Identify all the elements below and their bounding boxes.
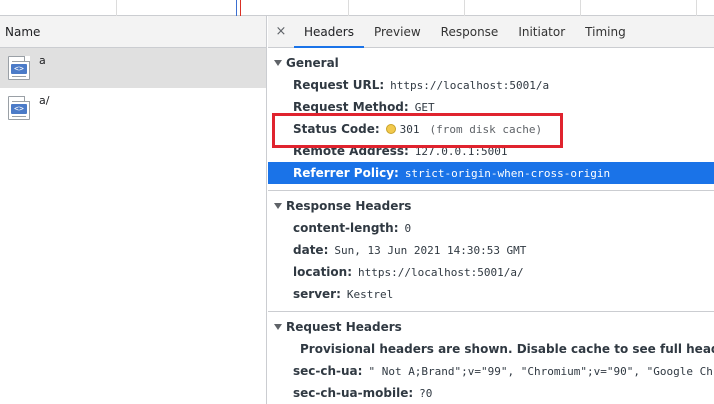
request-name: a [39,54,46,67]
tab-preview[interactable]: Preview [364,16,431,47]
tab-initiator[interactable]: Initiator [508,16,575,47]
header-key: date: [293,243,329,257]
timeline-gridline [464,0,465,16]
section-title: General [286,56,339,70]
header-key: sec-ch-ua-mobile: [293,386,414,400]
header-key: Referrer Policy: [293,166,399,180]
timeline-gridline [348,0,349,16]
name-column-header[interactable]: Name [0,16,266,48]
details-tab-bar: × Headers Preview Response Initiator Tim… [268,16,714,48]
section-divider [268,190,714,191]
header-value: Sun, 13 Jun 2021 14:30:53 GMT [334,243,527,257]
dom-content-loaded-marker [236,0,237,16]
document-icon: <> [8,56,30,80]
section-title: Response Headers [286,199,412,213]
request-row-a-slash[interactable]: <> a/ [0,88,266,128]
header-value: https://localhost:5001/a/ [358,265,524,279]
timeline-gridline [580,0,581,16]
request-row-a[interactable]: <> a [0,48,266,88]
tab-timing[interactable]: Timing [575,16,636,47]
request-method-row[interactable]: Request Method: GET [268,96,714,118]
status-code-value: 301 [399,122,420,136]
header-key: Request URL: [293,78,385,92]
request-header-row[interactable]: sec-ch-ua-mobile: ?0 [268,382,714,404]
timeline-gridline [696,0,697,16]
load-event-marker [240,0,241,16]
response-header-row[interactable]: content-length: 0 [268,217,714,239]
network-timeline[interactable] [0,0,714,16]
request-name: a/ [39,94,50,107]
document-icon: <> [8,96,30,120]
section-title: Request Headers [286,320,402,334]
tab-headers[interactable]: Headers [294,16,364,48]
section-divider [268,311,714,312]
referrer-policy-row[interactable]: Referrer Policy: strict-origin-when-cros… [268,162,714,184]
request-header-row[interactable]: sec-ch-ua: " Not A;Brand";v="99", "Chrom… [268,360,714,382]
request-details-panel: × Headers Preview Response Initiator Tim… [268,16,714,404]
request-list-panel: Name <> a <> a/ [0,16,267,404]
header-key: location: [293,265,353,279]
header-value: ?0 [419,386,433,400]
response-header-row[interactable]: date: Sun, 13 Jun 2021 14:30:53 GMT [268,239,714,261]
header-value: GET [414,100,435,114]
header-value: https://localhost:5001/a [390,78,550,92]
header-key: sec-ch-ua: [293,364,363,378]
header-value: " Not A;Brand";v="99", "Chromium";v="90"… [368,364,714,378]
provisional-headers-warning: Provisional headers are shown. Disable c… [268,338,714,360]
header-key: Status Code: [293,122,380,136]
triangle-down-icon [274,60,282,66]
status-code-row[interactable]: Status Code: 301 (from disk cache) [268,118,714,140]
header-key: content-length: [293,221,399,235]
status-note: (from disk cache) [429,122,543,136]
name-column-label: Name [5,24,41,39]
header-value: strict-origin-when-cross-origin [404,166,611,180]
response-headers-section-toggle[interactable]: Response Headers [268,195,714,217]
general-section-toggle[interactable]: General [268,52,714,74]
response-header-row[interactable]: location: https://localhost:5001/a/ [268,261,714,283]
response-header-row[interactable]: server: Kestrel [268,283,714,305]
triangle-down-icon [274,324,282,330]
remote-address-row[interactable]: Remote Address: 127.0.0.1:5001 [268,140,714,162]
tab-response[interactable]: Response [431,16,509,47]
triangle-down-icon [274,203,282,209]
header-value: 0 [404,221,412,235]
header-key: Remote Address: [293,144,409,158]
close-icon[interactable]: × [268,16,294,47]
status-dot-icon [385,124,396,134]
header-key: server: [293,287,341,301]
header-value: Kestrel [346,287,394,301]
request-url-row[interactable]: Request URL: https://localhost:5001/a [268,74,714,96]
warning-text: Provisional headers are shown. Disable c… [300,342,714,356]
timeline-gridline [116,0,117,16]
header-key: Request Method: [293,100,409,114]
request-headers-section-toggle[interactable]: Request Headers [268,316,714,338]
header-value: 127.0.0.1:5001 [414,144,508,158]
